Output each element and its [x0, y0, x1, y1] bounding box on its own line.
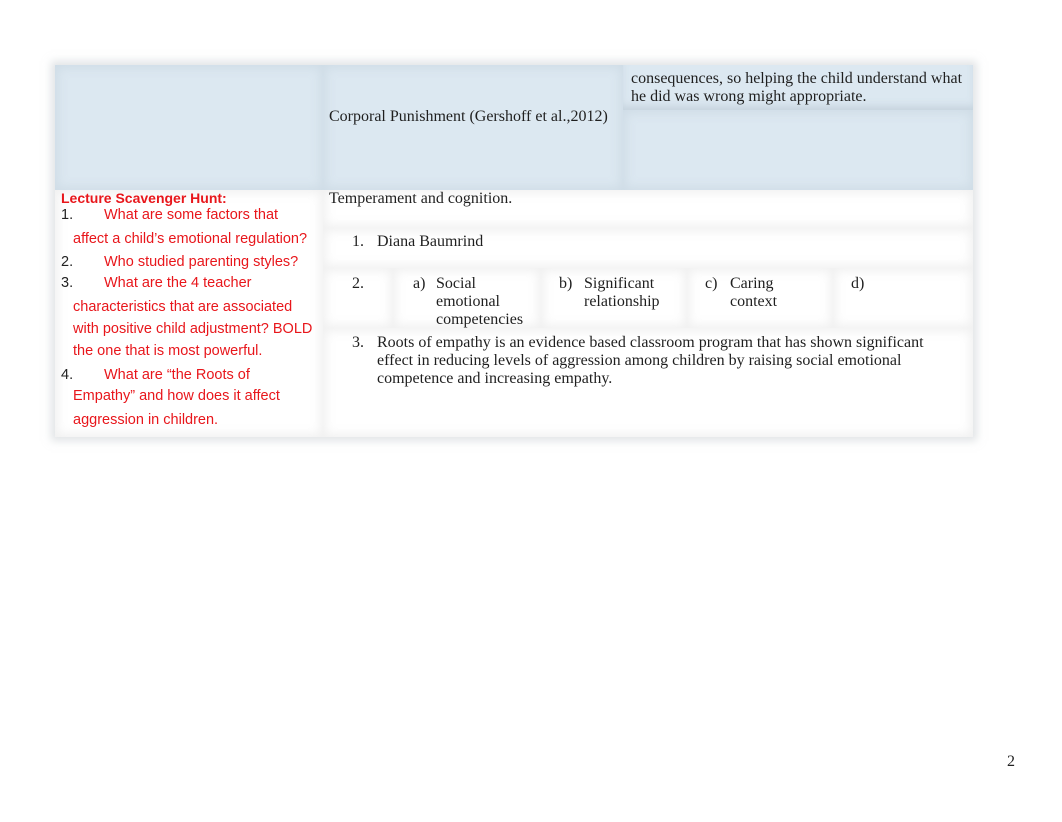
answer-3-line-1: Roots of empathy is an evidence based cl…: [377, 334, 924, 351]
question-1-line-1: What are some factors that: [104, 207, 279, 223]
header-cell-empty: [55, 65, 323, 190]
question-3-line-1: What are the 4 teacher: [104, 275, 252, 291]
question-4-line-1: What are “the Roots of: [104, 367, 250, 383]
scavenger-hunt-title: Lecture Scavenger Hunt:: [61, 190, 227, 206]
answer-2-option-c-cell: c) Caring context: [687, 268, 833, 328]
header-cell-notes-top: consequences, so helping the child under…: [623, 65, 973, 110]
answer-1-text: Diana Baumrind: [377, 233, 484, 250]
question-1-number: 1.: [61, 207, 74, 223]
answer-3-line-3: competence and increasing empathy.: [377, 370, 613, 387]
scavenger-hunt-cell: Lecture Scavenger Hunt: 1. What are some…: [55, 190, 323, 437]
option-a-line-1: Social: [436, 275, 476, 292]
question-3-line-3: with positive child adjustment? BOLD: [73, 321, 313, 337]
option-a-line-2: emotional: [436, 293, 500, 310]
page-number: 2: [1007, 753, 1015, 770]
question-2-number: 2.: [61, 254, 74, 270]
document-page: Corporal Punishment (Gershoff et al.,201…: [0, 0, 1062, 822]
answer-intro-cell: Temperament and cognition.: [323, 190, 973, 228]
question-2-line-1: Who studied parenting styles?: [104, 254, 299, 270]
question-4-line-2: Empathy” and how does it affect: [73, 388, 280, 404]
notes-line-1: consequences, so helping the child under…: [631, 70, 963, 87]
answer-3-number: 3.: [352, 334, 364, 351]
answer-2-option-a-cell: a) Social emotional competencies: [393, 268, 541, 328]
notes-line-2: he did was wrong might appropriate.: [631, 88, 867, 105]
answer-2-number: 2.: [352, 275, 364, 292]
answer-intro-text: Temperament and cognition.: [329, 190, 513, 207]
option-a-line-3: competencies: [436, 311, 524, 328]
header-cell-topic: Corporal Punishment (Gershoff et al.,201…: [323, 65, 623, 190]
option-b-line-2: relationship: [584, 293, 660, 310]
question-4-line-3: aggression in children.: [73, 412, 219, 428]
question-3-line-2: characteristics that are associated: [73, 299, 293, 315]
question-3-number: 3.: [61, 275, 74, 291]
question-4-number: 4.: [61, 367, 74, 383]
content-table: Corporal Punishment (Gershoff et al.,201…: [55, 65, 973, 437]
option-a-letter: a): [413, 275, 426, 292]
answer-1-number: 1.: [352, 233, 364, 250]
option-c-line-2: context: [730, 293, 778, 310]
answer-3-cell: 3. Roots of empathy is an evidence based…: [323, 328, 973, 437]
option-c-line-1: Caring: [730, 275, 774, 292]
option-d-letter: d): [851, 275, 865, 292]
answer-2-option-d-cell: d): [833, 268, 973, 328]
option-c-letter: c): [705, 275, 718, 292]
question-3-line-4: the one that is most powerful.: [73, 343, 263, 359]
answer-3-line-2: effect in reducing levels of aggression …: [377, 352, 902, 369]
answer-2-option-b-cell: b) Significant relationship: [541, 268, 687, 328]
option-b-letter: b): [559, 275, 573, 292]
option-b-line-1: Significant: [584, 275, 655, 292]
topic-corporal-punishment: Corporal Punishment (Gershoff et al.,201…: [329, 108, 608, 125]
question-1-line-2: affect a child’s emotional regulation?: [73, 231, 308, 247]
header-cell-notes-bottom: [623, 110, 973, 190]
answer-2-number-cell: 2.: [323, 268, 393, 328]
answer-1-cell: 1. Diana Baumrind: [323, 228, 973, 268]
